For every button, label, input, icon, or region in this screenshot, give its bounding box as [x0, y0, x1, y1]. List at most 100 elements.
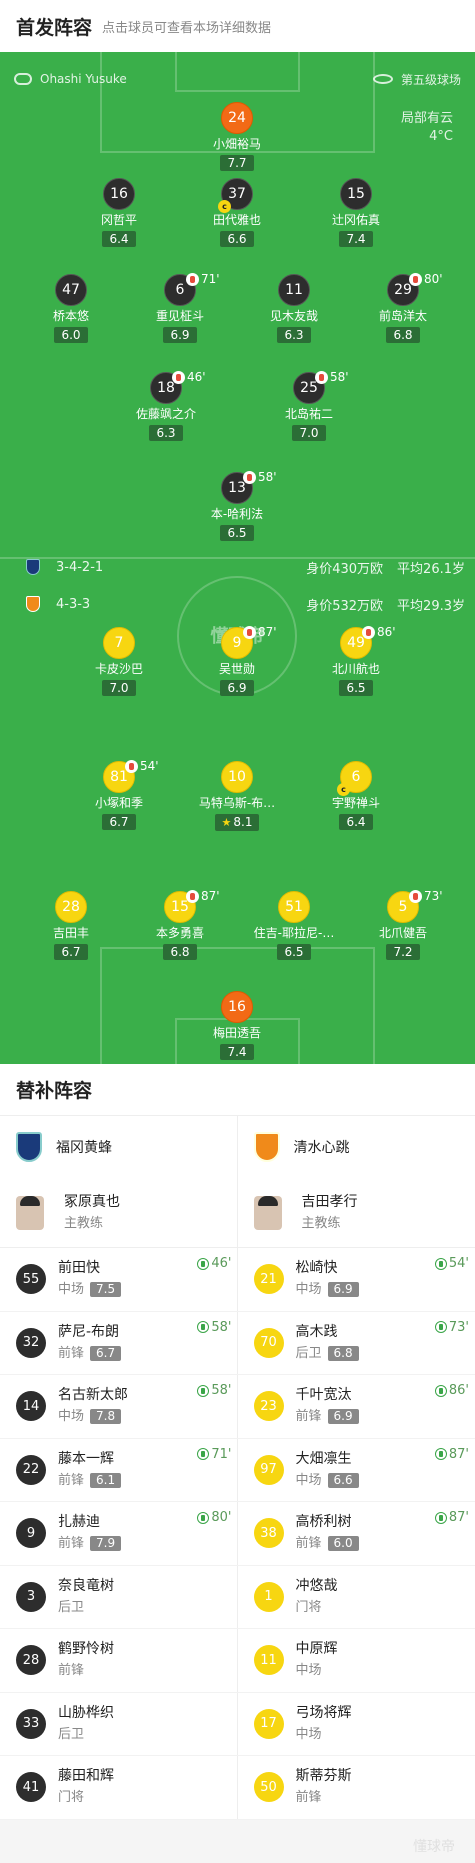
away-player[interactable]: 6 c 宇野禅斗 6.4 [300, 761, 412, 830]
sub-in-event: 87' [434, 1510, 469, 1525]
sub-player-row[interactable]: 41 藤田和辉 门将 [0, 1756, 238, 1820]
home-player[interactable]: 11 见木友哉 6.3 [238, 274, 350, 343]
away-player[interactable]: 49 86' 北川航也 6.5 [300, 625, 412, 696]
sub-player-row[interactable]: 50 斯蒂芬斯 前锋 [237, 1756, 475, 1820]
footer: 懂球帝 [0, 1819, 475, 1863]
weather: 局部有云 4°C [401, 110, 453, 146]
star-icon: ★ [221, 816, 232, 829]
away-player[interactable]: 81 54' 小塚和季 6.7 [63, 759, 175, 830]
sub-player-row[interactable]: 70 高木践 后卫 6.8 73' [237, 1312, 475, 1375]
sub-out-event: 71' [186, 272, 220, 286]
home-team-row: 3-4-2-1 身价430万欧 平均26.1岁 [26, 557, 465, 577]
player-rating: ★ 8.1 [214, 814, 260, 831]
sub-player-row[interactable]: 32 萨尼-布朗 前锋 6.7 58' [0, 1312, 238, 1375]
sub-player-row[interactable]: 1 冲悠哉 门将 [237, 1566, 475, 1629]
home-player[interactable]: 25 58' 北岛祐二 7.0 [253, 370, 365, 441]
sub-player-name: 奈良竜树 [58, 1577, 114, 1594]
sub-in-minute: 87' [448, 1446, 469, 1462]
match-info-row: Ohashi Yusuke 第五级球场 [14, 68, 461, 90]
away-player[interactable]: 51 住吉-耶拉尼-… 6.5 [238, 891, 350, 960]
subs-panel: 福冈黄蜂 冢原真也 主教练 55 前田快 中场 7.5 46' 32 萨尼-布朗 前锋 6.7 58… [0, 1116, 475, 1820]
home-player[interactable]: 16 冈哲平 6.4 [63, 178, 175, 247]
sub-minute: 71' [201, 272, 220, 286]
sub-player-name: 名古新太郎 [58, 1387, 128, 1404]
sub-jersey-number: 9 [16, 1518, 46, 1549]
player-name: 辻冈佑真 [331, 213, 380, 227]
home-player[interactable]: 6 71' 重见柾斗 6.9 [124, 272, 236, 343]
player-name: 北川航也 [331, 662, 380, 676]
player-name: 本多勇喜 [155, 926, 204, 940]
away-player[interactable]: 5 73' 北爪健吾 7.2 [347, 889, 459, 960]
home-coach[interactable]: 冢原真也 主教练 [0, 1178, 238, 1248]
player-name: 见木友哉 [269, 309, 318, 323]
sub-in-event: 80' [197, 1510, 232, 1525]
sub-in-event: 86' [434, 1383, 469, 1398]
sub-player-row[interactable]: 97 大畑凛生 中场 6.6 87' [237, 1439, 475, 1502]
sub-jersey-number: 50 [253, 1772, 284, 1803]
player-rating: 7.4 [339, 231, 373, 247]
sub-player-name: 弓场将辉 [295, 1704, 352, 1721]
player-name: 小塚和季 [94, 796, 143, 810]
sub-in-minute: 46' [211, 1256, 232, 1271]
sub-minute: 54' [140, 759, 159, 773]
away-player[interactable]: 16 梅田透吾 7.4 [181, 991, 293, 1060]
jersey-number: 11 [278, 274, 310, 306]
home-team-header[interactable]: 福冈黄蜂 [0, 1116, 238, 1178]
sub-player-row[interactable]: 23 千叶宽汰 前锋 6.9 86' [237, 1375, 475, 1439]
sub-player-row[interactable]: 22 藤本一辉 前锋 6.1 71' [0, 1439, 238, 1502]
away-player[interactable]: 15 87' 本多勇喜 6.8 [124, 889, 236, 960]
home-subs-column: 福冈黄蜂 冢原真也 主教练 55 前田快 中场 7.5 46' 32 萨尼-布朗 前锋 6.7 58… [0, 1116, 238, 1820]
sub-in-minute: 87' [448, 1510, 469, 1525]
sub-jersey-number: 38 [253, 1518, 284, 1549]
sub-player-row[interactable]: 17 弓场将辉 中场 [237, 1693, 475, 1756]
sub-player-row[interactable]: 14 名古新太郎 中场 7.8 58' [0, 1375, 238, 1439]
sub-player-row[interactable]: 21 松崎快 中场 6.9 54' [237, 1248, 475, 1312]
sub-position: 中场 [58, 1409, 85, 1425]
home-player[interactable]: 13 58' 本-哈利法 6.5 [181, 470, 293, 541]
sub-player-row[interactable]: 38 高桥利树 前锋 6.0 87' [237, 1502, 475, 1566]
player-name: 冈哲平 [100, 213, 137, 227]
sub-player-row[interactable]: 28 鹤野怜树 前锋 [0, 1629, 238, 1693]
away-player[interactable]: 7 卡皮沙巴 7.0 [63, 627, 175, 696]
jersey-number: 37 c [218, 178, 253, 213]
sub-position: 后卫 [58, 1599, 85, 1615]
sub-player-row[interactable]: 11 中原辉 中场 [237, 1629, 475, 1693]
sub-player-name: 大畑凛生 [295, 1450, 352, 1467]
sub-jersey-number: 14 [16, 1391, 46, 1422]
away-player[interactable]: 10 马特乌斯-布… ★ 8.1 [181, 761, 293, 831]
jersey-number: 16 [103, 178, 135, 210]
sub-jersey-number: 1 [253, 1581, 284, 1612]
captain-badge: c [337, 783, 350, 796]
away-player[interactable]: 28 吉田丰 6.7 [15, 891, 127, 960]
home-player[interactable]: 24 小畑裕马 7.7 [181, 102, 293, 171]
jersey-number: 47 [55, 274, 87, 306]
player-name: 佐藤飒之介 [135, 407, 196, 421]
sub-rating: 6.7 [90, 1345, 122, 1361]
player-name: 卡皮沙巴 [94, 662, 143, 676]
home-player[interactable]: 37 c 田代雅也 6.6 [181, 178, 293, 247]
home-player[interactable]: 29 80' 前岛洋太 6.8 [347, 272, 459, 343]
player-rating: 6.3 [149, 425, 183, 441]
sub-player-row[interactable]: 9 扎赫迪 前锋 7.9 80' [0, 1502, 238, 1566]
away-player[interactable]: 9 87' 吴世勋 6.9 [181, 625, 293, 696]
player-name: 小畑裕马 [212, 137, 261, 151]
sub-in-event: 46' [197, 1256, 232, 1271]
player-rating: 6.8 [163, 944, 197, 960]
sub-in-event: 71' [197, 1447, 232, 1462]
sub-player-row[interactable]: 3 奈良竜树 后卫 [0, 1566, 238, 1629]
captain-badge: c [218, 200, 231, 213]
away-coach[interactable]: 吉田孝行 主教练 [237, 1178, 475, 1248]
sub-player-row[interactable]: 33 山胁桦织 后卫 [0, 1693, 238, 1756]
coach-avatar [16, 1195, 44, 1230]
sub-player-row[interactable]: 55 前田快 中场 7.5 46' [0, 1248, 238, 1312]
sub-out-icon [186, 272, 199, 286]
jersey-number: 51 [278, 891, 310, 923]
home-player[interactable]: 18 46' 佐藤飒之介 6.3 [110, 370, 222, 441]
sub-in-minute: 58' [211, 1383, 232, 1398]
home-player[interactable]: 47 桥本悠 6.0 [15, 274, 127, 343]
away-team-header[interactable]: 清水心跳 [238, 1116, 475, 1178]
sub-minute: 46' [187, 370, 206, 384]
away-subs-column: 清水心跳 吉田孝行 主教练 21 松崎快 中场 6.9 54' 70 高木践 后卫 6.8 73' 2… [237, 1116, 475, 1820]
home-player[interactable]: 15 辻冈佑真 7.4 [300, 178, 412, 247]
sub-out-event: 58' [315, 370, 349, 384]
